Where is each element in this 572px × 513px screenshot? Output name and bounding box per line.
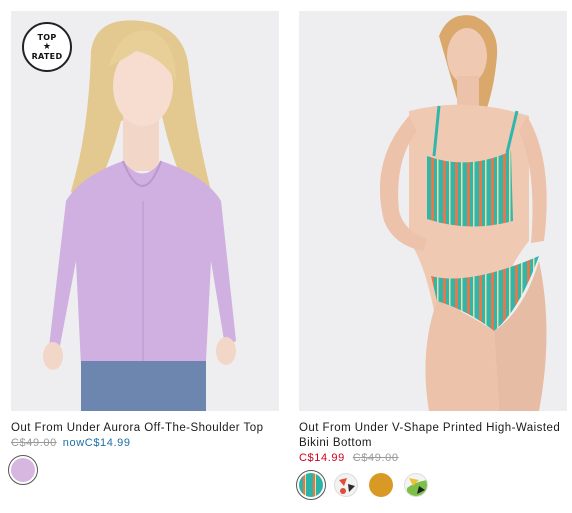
product-card-aurora-top[interactable]: TOP ★ RATED Out From Under Aurora Off-Th… (8, 11, 279, 485)
product-price: C$49.00 nowC$14.99 (11, 436, 279, 451)
swatch-mustard[interactable] (369, 473, 393, 497)
swatch-teal-stripe[interactable] (296, 470, 326, 500)
product-title-line1: Out From Under V-Shape Printed High-Wais… (299, 422, 561, 434)
product-price: C$14.99 C$49.00 (299, 451, 567, 466)
sale-price-value: C$14.99 (84, 437, 131, 449)
top-rated-badge: TOP ★ RATED (22, 22, 72, 72)
swatch-lavender[interactable] (8, 455, 38, 485)
swatch-white-print[interactable] (334, 473, 358, 497)
product-title-line2: Bikini Bottom (299, 437, 372, 449)
product-card-bikini-bottom[interactable]: Out From Under V-Shape Printed High-Wais… (296, 11, 567, 500)
product-image-aurora-top[interactable]: TOP ★ RATED (11, 11, 279, 411)
original-price: C$49.00 (11, 437, 57, 449)
badge-line1: TOP (37, 32, 57, 42)
color-swatches (296, 470, 567, 500)
model-photo-teal-bikini (299, 11, 567, 411)
sale-price: nowC$14.99 (63, 437, 131, 449)
sale-price: C$14.99 (299, 452, 345, 464)
badge-line2: RATED (31, 51, 63, 61)
swatch-green-print[interactable] (404, 473, 428, 497)
product-title[interactable]: Out From Under Aurora Off-The-Shoulder T… (11, 421, 279, 436)
sale-prefix: now (62, 437, 85, 449)
star-icon: ★ (42, 41, 52, 52)
original-price: C$49.00 (352, 452, 399, 464)
color-swatches (8, 455, 279, 485)
product-title[interactable]: Out From Under V-Shape Printed High-Wais… (299, 421, 567, 451)
product-image-bikini-bottom[interactable] (299, 11, 567, 411)
